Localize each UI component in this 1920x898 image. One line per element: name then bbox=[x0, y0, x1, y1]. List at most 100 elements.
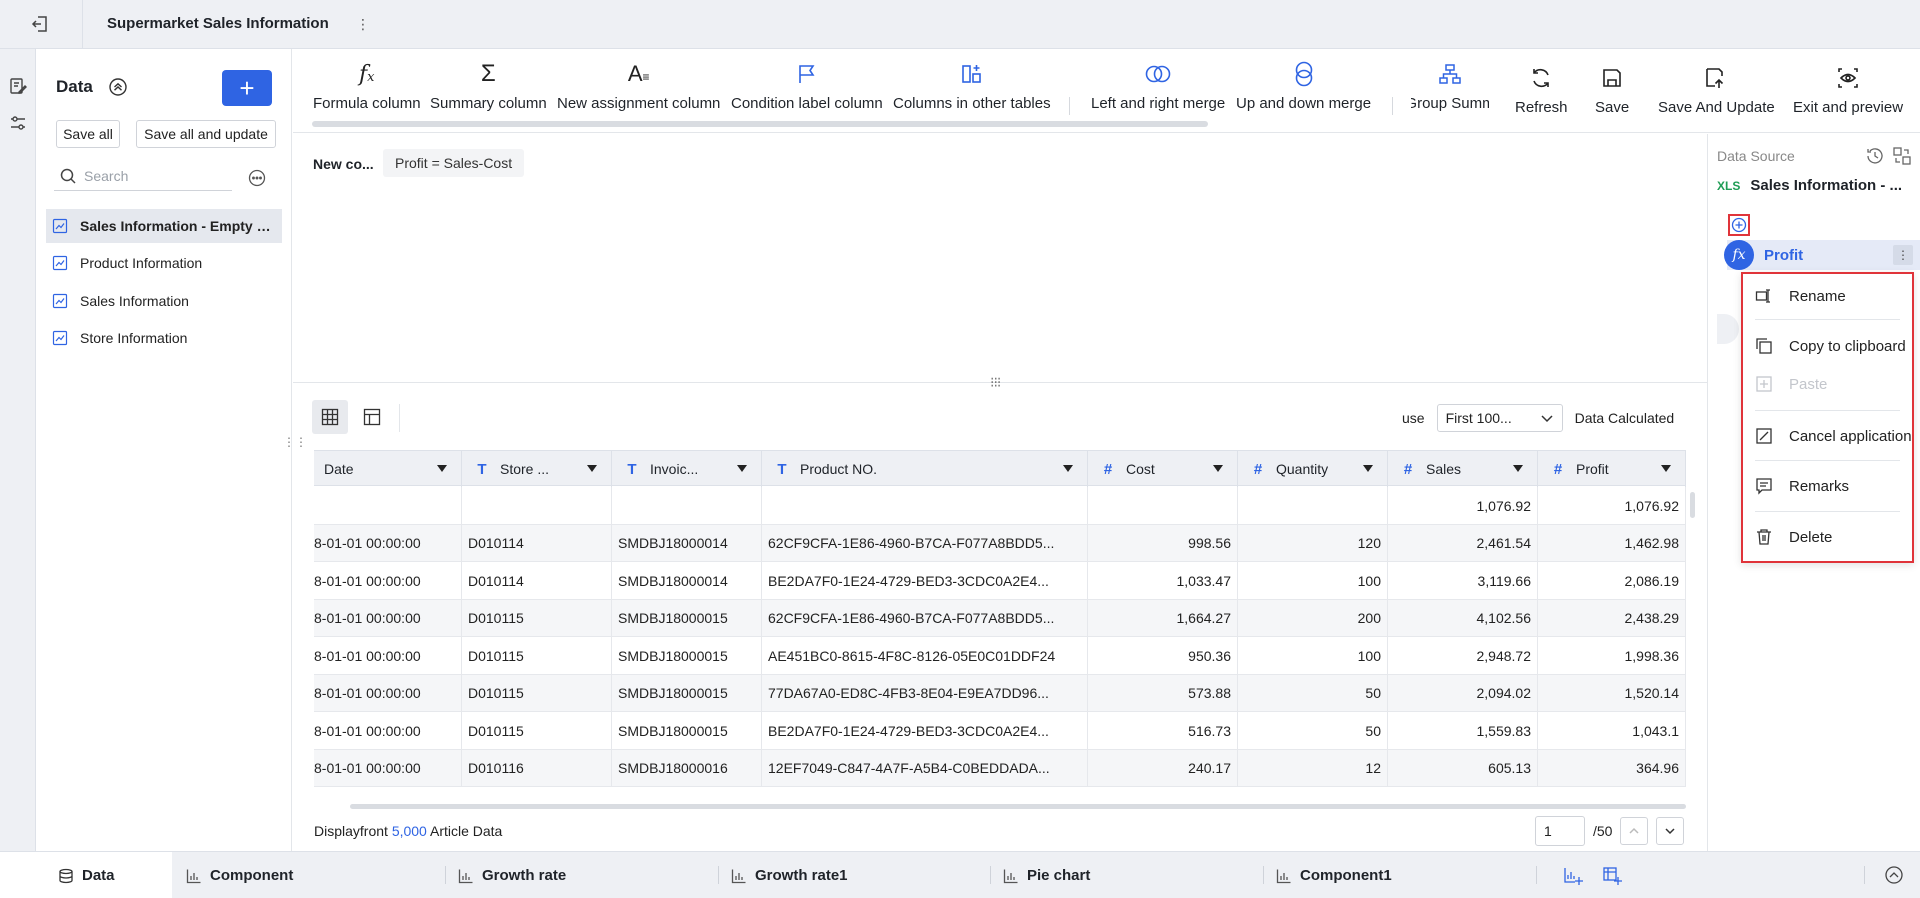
table-row[interactable]: 8-01-01 00:00:00 D010115 SMDBJ18000015 BE2D… bbox=[314, 712, 1686, 750]
sheet-tabs: Data Component Growth rate Growth rate1 … bbox=[0, 851, 1920, 898]
sample-select[interactable]: First 100... bbox=[1436, 404, 1563, 432]
tab-growth-rate1[interactable]: Growth rate1 bbox=[731, 852, 848, 898]
page-input[interactable]: 1 bbox=[1535, 816, 1585, 846]
layout-view-button[interactable] bbox=[354, 400, 390, 434]
tab-component[interactable]: Component bbox=[186, 852, 293, 898]
column-header[interactable]: # Cost bbox=[1088, 451, 1238, 487]
more-options-icon[interactable] bbox=[248, 169, 266, 187]
left-right-merge-button[interactable]: Left and right merge bbox=[1091, 59, 1225, 125]
menu-cancel-application[interactable]: Cancel application bbox=[1743, 416, 1912, 456]
table-cell: BE2DA7F0-1E24-4729-BED3-3CDC0A2E4... bbox=[762, 562, 1088, 599]
column-header[interactable]: # Profit bbox=[1538, 451, 1686, 487]
table-cell: 4,102.56 bbox=[1388, 599, 1538, 637]
formula-column-button[interactable]: fx Formula column bbox=[313, 59, 421, 125]
add-dashboard-icon[interactable] bbox=[1602, 866, 1622, 886]
dataset-icon bbox=[52, 330, 68, 346]
add-dataset-button[interactable]: + bbox=[222, 70, 272, 106]
settings-sliders-icon[interactable] bbox=[4, 109, 32, 137]
exit-icon[interactable] bbox=[28, 12, 52, 36]
summary-column-button[interactable]: Σ Summary column bbox=[430, 59, 547, 125]
sort-caret-icon[interactable] bbox=[1513, 465, 1523, 472]
column-header[interactable]: T Store ... bbox=[462, 451, 612, 487]
vertical-scrollbar[interactable] bbox=[1690, 492, 1695, 518]
sort-caret-icon[interactable] bbox=[1363, 465, 1373, 472]
table-cell: 8-01-01 00:00:00 bbox=[314, 524, 462, 562]
tab-pie-chart[interactable]: Pie chart bbox=[1003, 852, 1090, 898]
top-divider bbox=[82, 0, 83, 49]
tab-data[interactable]: Data bbox=[0, 852, 172, 898]
search-input[interactable] bbox=[84, 165, 224, 187]
field-item-profit[interactable]: fx Profit ⋮ bbox=[1724, 240, 1920, 270]
horizontal-scrollbar[interactable] bbox=[350, 804, 1686, 809]
tab-divider bbox=[718, 866, 719, 884]
columns-icon bbox=[957, 59, 987, 89]
add-column-button[interactable] bbox=[1728, 214, 1750, 236]
table-row[interactable]: 8-01-01 00:00:00 D010115 SMDBJ18000015 62CF… bbox=[314, 599, 1686, 637]
menu-divider bbox=[1755, 511, 1900, 512]
table-row[interactable]: 8-01-01 00:00:00 D010114 SMDBJ18000014 BE2D… bbox=[314, 562, 1686, 600]
table-row[interactable]: 8-01-01 00:00:00 D010114 SMDBJ18000014 62CF… bbox=[314, 524, 1686, 562]
switch-source-icon[interactable] bbox=[1892, 146, 1912, 166]
column-header[interactable]: # Quantity bbox=[1238, 451, 1388, 487]
add-component-icon[interactable] bbox=[1563, 866, 1583, 886]
sort-caret-icon[interactable] bbox=[1213, 465, 1223, 472]
up-down-merge-button[interactable]: Up and down merge bbox=[1236, 59, 1371, 125]
data-edit-icon[interactable] bbox=[4, 72, 32, 100]
table-row[interactable]: 1,076.92 1,076.92 bbox=[314, 487, 1686, 525]
text-type-icon: T bbox=[627, 460, 637, 478]
sort-caret-icon[interactable] bbox=[737, 465, 747, 472]
table-row[interactable]: 8-01-01 00:00:00 D010115 SMDBJ18000015 77DA… bbox=[314, 674, 1686, 712]
menu-remarks[interactable]: Remarks bbox=[1743, 466, 1912, 506]
dataset-item-sales-empty[interactable]: Sales Information - Empty Set bbox=[46, 209, 282, 243]
pager: 1 /50 bbox=[1535, 816, 1685, 846]
table-row[interactable]: 8-01-01 00:00:00 D010116 SMDBJ18000016 12EF… bbox=[314, 749, 1686, 787]
data-source[interactable]: XLS Sales Information - ... bbox=[1717, 177, 1910, 194]
save-all-update-button[interactable]: Save all and update bbox=[136, 120, 276, 148]
columns-other-tables-button[interactable]: Columns in other tables bbox=[893, 59, 1051, 125]
dataset-item-product[interactable]: Product Information bbox=[46, 246, 282, 280]
splitter-handle[interactable]: ⁝⁝⁝ bbox=[990, 374, 1001, 391]
sort-caret-icon[interactable] bbox=[1661, 465, 1671, 472]
tab-growth-rate[interactable]: Growth rate bbox=[458, 852, 566, 898]
resize-handle[interactable]: ⋮⋮ bbox=[283, 436, 307, 448]
menu-delete[interactable]: Delete bbox=[1743, 517, 1912, 557]
dataset-item-store[interactable]: Store Information bbox=[46, 321, 282, 355]
toolbar-scrollbar[interactable] bbox=[312, 121, 1208, 127]
prev-page-button[interactable] bbox=[1620, 817, 1649, 845]
tab-label: Component1 bbox=[1300, 867, 1392, 884]
sort-caret-icon[interactable] bbox=[587, 465, 597, 472]
column-header[interactable]: Date bbox=[314, 451, 462, 487]
more-vertical-icon[interactable]: ⋮ bbox=[356, 14, 370, 34]
group-summary-button[interactable]: Group Summ bbox=[1411, 59, 1489, 125]
tool-label: Save bbox=[1595, 99, 1630, 116]
dataset-item-sales[interactable]: Sales Information bbox=[46, 284, 282, 318]
column-header[interactable]: # Sales bbox=[1388, 451, 1538, 487]
tab-component1[interactable]: Component1 bbox=[1276, 852, 1392, 898]
collapse-up-icon[interactable] bbox=[1884, 865, 1904, 885]
save-all-button[interactable]: Save all bbox=[56, 120, 120, 148]
save-and-update-button[interactable]: Save And Update bbox=[1658, 63, 1775, 129]
sort-caret-icon[interactable] bbox=[437, 465, 447, 472]
exit-and-preview-button[interactable]: Exit and preview bbox=[1793, 63, 1903, 129]
new-assignment-column-button[interactable]: A≡ New assignment column bbox=[557, 59, 720, 125]
condition-label-column-button[interactable]: Condition label column bbox=[731, 59, 883, 125]
field-more-icon[interactable]: ⋮ bbox=[1893, 245, 1913, 265]
collapse-icon[interactable] bbox=[108, 77, 128, 97]
menu-copy-to-clipboard[interactable]: Copy to clipboard bbox=[1743, 326, 1912, 366]
grid-view-button[interactable] bbox=[312, 400, 348, 434]
formula-chip[interactable]: Profit = Sales-Cost bbox=[383, 149, 525, 177]
refresh-button[interactable]: Refresh bbox=[1515, 63, 1568, 129]
table-row[interactable]: 8-01-01 00:00:00 D010115 SMDBJ18000015 AE45… bbox=[314, 637, 1686, 675]
sort-caret-icon[interactable] bbox=[1063, 465, 1073, 472]
table-cell: 8-01-01 00:00:00 bbox=[314, 674, 462, 712]
history-icon[interactable] bbox=[1865, 146, 1885, 166]
table-cell: SMDBJ18000015 bbox=[612, 599, 762, 637]
menu-rename[interactable]: Rename bbox=[1743, 276, 1912, 316]
plus-circle-icon bbox=[1731, 217, 1747, 233]
save-button[interactable]: Save bbox=[1595, 63, 1629, 129]
column-label: Store ... bbox=[500, 461, 550, 477]
next-page-button[interactable] bbox=[1656, 817, 1685, 845]
formula-icon: fx bbox=[359, 61, 375, 87]
column-header[interactable]: T Product NO. bbox=[762, 451, 1088, 487]
column-header[interactable]: T Invoic... bbox=[612, 451, 762, 487]
